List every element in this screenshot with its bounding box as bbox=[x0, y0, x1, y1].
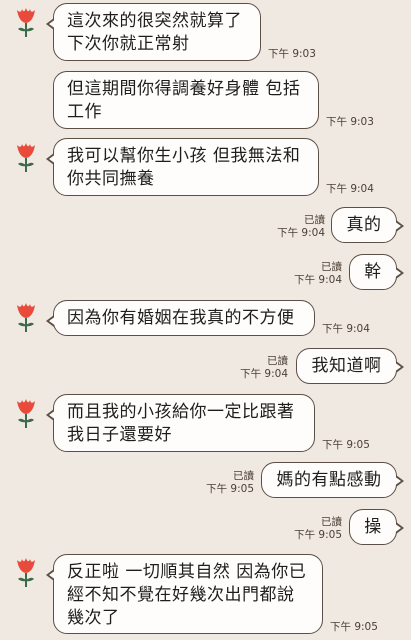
message-time: 下午 9:04 bbox=[240, 368, 288, 380]
message-time: 下午 9:05 bbox=[206, 483, 254, 495]
message-bubble[interactable]: 我可以幫你生小孩 但我無法和 你共同撫養 bbox=[46, 138, 319, 196]
message-meta: 已讀 下午 9:05 bbox=[294, 516, 342, 542]
message-time: 下午 9:04 bbox=[294, 274, 342, 286]
message-bubble[interactable]: 幹 bbox=[349, 254, 404, 290]
read-receipt: 已讀 bbox=[321, 261, 342, 273]
message-bubble[interactable]: 但這期間你得調養好身體 包括 工作 bbox=[53, 71, 319, 129]
read-receipt: 已讀 bbox=[321, 516, 342, 528]
message-time: 下午 9:03 bbox=[326, 116, 374, 128]
message-meta: 已讀 下午 9:04 bbox=[294, 261, 342, 287]
red-tulip-icon[interactable] bbox=[13, 6, 39, 38]
message-bubble[interactable]: 因為你有婚姻在我真的不方便 bbox=[46, 300, 315, 336]
message-bubble[interactable]: 而且我的小孩給你一定比跟著 我日子還要好 bbox=[46, 394, 315, 452]
read-receipt: 已讀 bbox=[304, 214, 325, 226]
message-meta: 已讀 下午 9:04 bbox=[240, 355, 288, 381]
message-time: 下午 9:04 bbox=[277, 227, 325, 239]
red-tulip-icon[interactable] bbox=[13, 556, 39, 588]
message-time: 下午 9:03 bbox=[268, 48, 316, 60]
red-tulip-icon[interactable] bbox=[13, 301, 39, 333]
message-meta: 已讀 下午 9:05 bbox=[206, 470, 254, 496]
red-tulip-icon[interactable] bbox=[13, 141, 39, 173]
message-bubble[interactable]: 真的 bbox=[331, 207, 404, 243]
message-bubble[interactable]: 我知道啊 bbox=[296, 348, 404, 384]
read-receipt: 已讀 bbox=[267, 355, 288, 367]
red-tulip-icon[interactable] bbox=[13, 397, 39, 429]
message-meta: 已讀 下午 9:04 bbox=[277, 214, 325, 240]
message-bubble[interactable]: 這次來的很突然就算了 下次你就正常射 bbox=[46, 3, 261, 61]
message-time: 下午 9:05 bbox=[330, 621, 378, 633]
message-bubble[interactable]: 媽的有點感動 bbox=[261, 462, 404, 498]
message-bubble[interactable]: 操 bbox=[349, 509, 404, 545]
message-time: 下午 9:04 bbox=[322, 323, 370, 335]
message-time: 下午 9:05 bbox=[322, 439, 370, 451]
message-time: 下午 9:04 bbox=[326, 183, 374, 195]
read-receipt: 已讀 bbox=[233, 470, 254, 482]
message-bubble[interactable]: 反正啦 一切順其自然 因為你已 經不知不覺在好幾次出門都說 幾次了 bbox=[46, 554, 323, 634]
message-time: 下午 9:05 bbox=[294, 529, 342, 541]
